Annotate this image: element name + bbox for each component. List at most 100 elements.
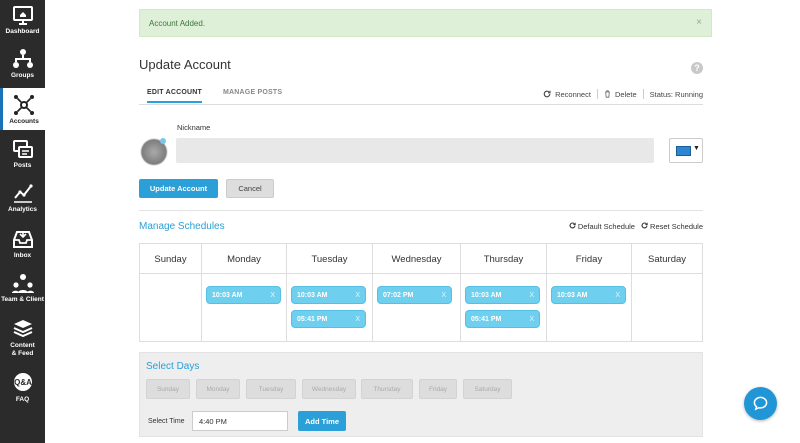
time-slot[interactable]: 10:03 AM X xyxy=(291,286,366,304)
day-header: Thursday xyxy=(461,244,546,274)
day-header: Saturday xyxy=(632,244,702,274)
qa-bubble-icon: Q&A xyxy=(13,373,32,391)
svg-text:Q&A: Q&A xyxy=(14,378,32,387)
day-toggle-friday[interactable]: Friday xyxy=(419,379,457,399)
sidebar-item-label: Analytics xyxy=(8,206,37,213)
success-alert: Account Added. × xyxy=(139,9,712,37)
avatar-status-dot xyxy=(160,138,166,144)
sidebar-item-analytics[interactable]: Analytics xyxy=(0,182,45,220)
sidebar-item-label: Content & Feed xyxy=(10,342,35,357)
time-slot[interactable]: 05:41 PM X xyxy=(291,310,366,328)
chat-bubble-icon xyxy=(753,396,768,411)
time-slot[interactable]: 10:03 AM X xyxy=(551,286,626,304)
alert-message: Account Added. xyxy=(149,19,206,28)
help-icon[interactable]: ? xyxy=(691,62,703,74)
reconnect-button[interactable]: Reconnect xyxy=(543,90,591,99)
schedule-grid: Sunday Monday 10:03 AM X Tuesday 10:03 A… xyxy=(139,243,703,342)
day-column-sunday: Sunday xyxy=(140,244,202,341)
remove-slot-icon[interactable]: X xyxy=(355,292,360,299)
day-toggle-tuesday[interactable]: Tuesday xyxy=(246,379,296,399)
day-toggle-sunday[interactable]: Sunday xyxy=(146,379,190,399)
reconnect-label: Reconnect xyxy=(555,89,591,99)
slot-time: 10:03 AM xyxy=(471,292,502,299)
caret-down-icon: ▼ xyxy=(693,145,700,152)
update-account-button[interactable]: Update Account xyxy=(139,179,218,198)
posts-icon xyxy=(12,140,33,158)
remove-slot-icon[interactable]: X xyxy=(441,292,446,299)
refresh-icon xyxy=(641,222,648,229)
sidebar-item-accounts[interactable]: Accounts xyxy=(0,88,45,130)
sidebar-item-label: Inbox xyxy=(13,252,32,259)
sidebar-item-label: Dashboard xyxy=(5,28,40,35)
sidebar-item-content-feed[interactable]: Content & Feed xyxy=(0,318,45,364)
team-icon xyxy=(11,274,34,293)
close-icon[interactable]: × xyxy=(696,17,702,28)
divider xyxy=(642,89,644,99)
sidebar-item-groups[interactable]: Groups xyxy=(0,48,45,86)
nickname-label: Nickname xyxy=(177,123,211,132)
slot-time: 05:41 PM xyxy=(471,316,502,323)
day-column-friday: Friday 10:03 AM X xyxy=(547,244,632,341)
reset-schedule-label: Reset Schedule xyxy=(650,222,703,231)
day-toggle-saturday[interactable]: Saturday xyxy=(463,379,512,399)
sidebar: Dashboard Groups Accounts Posts Analytic… xyxy=(0,0,45,443)
remove-slot-icon[interactable]: X xyxy=(529,292,534,299)
status-text: Status: Running xyxy=(649,89,703,99)
manage-schedules-title: Manage Schedules xyxy=(139,221,225,232)
inbox-tray-icon xyxy=(12,231,33,248)
time-slot[interactable]: 05:41 PM X xyxy=(465,310,540,328)
delete-button[interactable]: Delete xyxy=(604,90,637,99)
day-header: Monday xyxy=(202,244,286,274)
hierarchy-icon xyxy=(12,49,33,68)
sidebar-item-posts[interactable]: Posts xyxy=(0,138,45,176)
color-swatch xyxy=(676,146,691,156)
sidebar-item-label: Team & Client xyxy=(1,296,44,303)
slot-time: 10:03 AM xyxy=(557,292,588,299)
time-slot[interactable]: 07:02 PM X xyxy=(377,286,452,304)
day-toggle-wednesday[interactable]: Wednesday xyxy=(302,379,356,399)
sidebar-item-inbox[interactable]: Inbox xyxy=(0,228,45,266)
account-actions: Reconnect Delete Status: Running xyxy=(543,89,703,99)
time-input[interactable] xyxy=(192,411,288,431)
remove-slot-icon[interactable]: X xyxy=(529,316,534,323)
sidebar-item-team-client[interactable]: Team & Client xyxy=(0,272,45,310)
trash-icon xyxy=(605,90,610,98)
slot-time: 10:03 AM xyxy=(297,292,328,299)
day-header: Wednesday xyxy=(373,244,460,274)
reset-schedule-button[interactable]: Reset Schedule xyxy=(641,222,703,231)
nickname-input[interactable] xyxy=(176,138,654,163)
day-toggle-monday[interactable]: Monday xyxy=(196,379,240,399)
sidebar-item-label: FAQ xyxy=(15,396,30,403)
add-time-button[interactable]: Add Time xyxy=(298,411,346,431)
day-header: Friday xyxy=(547,244,631,274)
monitor-home-icon xyxy=(12,6,33,25)
sidebar-item-faq[interactable]: Q&A FAQ xyxy=(0,372,45,406)
layers-icon xyxy=(13,320,32,338)
tab-edit-account[interactable]: EDIT ACCOUNT xyxy=(147,89,203,103)
sidebar-item-dashboard[interactable]: Dashboard xyxy=(0,4,45,42)
network-nodes-icon xyxy=(14,95,34,115)
refresh-icon xyxy=(543,90,551,98)
day-column-tuesday: Tuesday 10:03 AM X 05:41 PM X xyxy=(287,244,373,341)
refresh-icon xyxy=(569,222,576,229)
line-chart-icon xyxy=(13,184,33,203)
time-slot[interactable]: 10:03 AM X xyxy=(206,286,281,304)
remove-slot-icon[interactable]: X xyxy=(355,316,360,323)
slot-time: 07:02 PM xyxy=(383,292,414,299)
cancel-button[interactable]: Cancel xyxy=(226,179,274,198)
divider xyxy=(596,89,598,99)
chat-button[interactable] xyxy=(744,387,777,420)
day-column-wednesday: Wednesday 07:02 PM X xyxy=(373,244,461,341)
remove-slot-icon[interactable]: X xyxy=(615,292,620,299)
select-days-title: Select Days xyxy=(146,361,200,372)
day-column-monday: Monday 10:03 AM X xyxy=(202,244,287,341)
tab-manage-posts[interactable]: MANAGE POSTS xyxy=(223,89,282,96)
time-slot[interactable]: 10:03 AM X xyxy=(465,286,540,304)
day-header: Sunday xyxy=(140,244,201,274)
color-picker[interactable]: ▼ xyxy=(669,138,703,163)
sidebar-item-label: Accounts xyxy=(9,118,39,125)
day-toggle-thursday[interactable]: Thursday xyxy=(361,379,413,399)
delete-label: Delete xyxy=(614,89,637,99)
remove-slot-icon[interactable]: X xyxy=(270,292,275,299)
default-schedule-button[interactable]: Default Schedule xyxy=(569,222,635,231)
